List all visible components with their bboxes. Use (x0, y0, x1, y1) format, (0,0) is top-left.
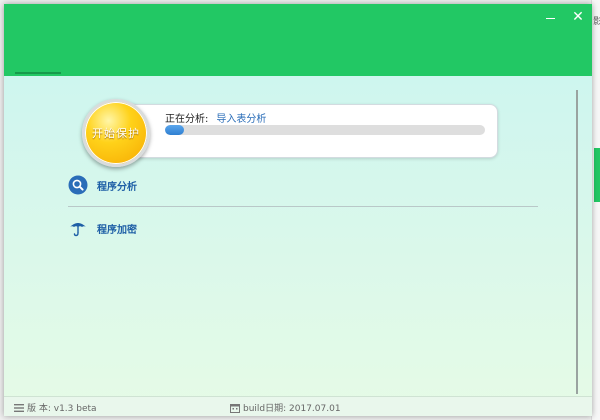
status-bar: 版 本: v1.3 beta build日期: 2017.07.01 (4, 396, 592, 416)
magnifier-icon (68, 175, 88, 195)
start-protect-label: 开始保护 (92, 127, 140, 140)
close-icon: ✕ (572, 9, 584, 25)
build-info: build日期: 2017.07.01 (230, 401, 341, 414)
menu-item-program-encrypt[interactable]: 程序加密 (68, 217, 137, 239)
umbrella-icon (68, 218, 88, 238)
active-tab-indicator (15, 72, 61, 74)
start-protect-button[interactable]: 开始保护 (82, 99, 150, 167)
menu-item-program-analysis[interactable]: 程序分析 (68, 174, 137, 196)
version-info: 版 本: v1.3 beta (14, 401, 97, 414)
background-app-green-panel (594, 148, 600, 202)
calendar-icon (230, 403, 240, 413)
menu-item-label: 程序加密 (97, 224, 137, 236)
minimize-icon (546, 18, 555, 19)
minimize-button[interactable] (542, 10, 558, 24)
title-bar: ✕ (4, 4, 592, 76)
close-button[interactable]: ✕ (570, 10, 586, 24)
status-value: 导入表分析 (216, 114, 267, 125)
app-window: ✕ 正在分析: 导入表分析 开始保护 程序分析 程序加密 版 本: v1.3 b… (4, 4, 592, 416)
menu-item-label: 程序分析 (97, 181, 137, 193)
menu-divider (68, 206, 538, 207)
background-app-glyph: 影 (593, 17, 600, 27)
protection-status-card: 正在分析: 导入表分析 (120, 104, 498, 158)
build-date-text: build日期: 2017.07.01 (243, 404, 341, 414)
background-app-window: 影 (591, 0, 600, 420)
progress-fill (165, 125, 185, 135)
scrollbar[interactable] (576, 90, 578, 394)
version-text: 版 本: v1.3 beta (27, 404, 97, 414)
progress-bar (165, 125, 485, 135)
list-icon (14, 403, 24, 413)
screen: 影 ✕ 正在分析: 导入表分析 开始保护 程序分析 程序加密 版 本: v1.3… (0, 0, 600, 420)
analysis-status: 正在分析: 导入表分析 (165, 110, 266, 125)
status-label: 正在分析: (165, 114, 209, 125)
